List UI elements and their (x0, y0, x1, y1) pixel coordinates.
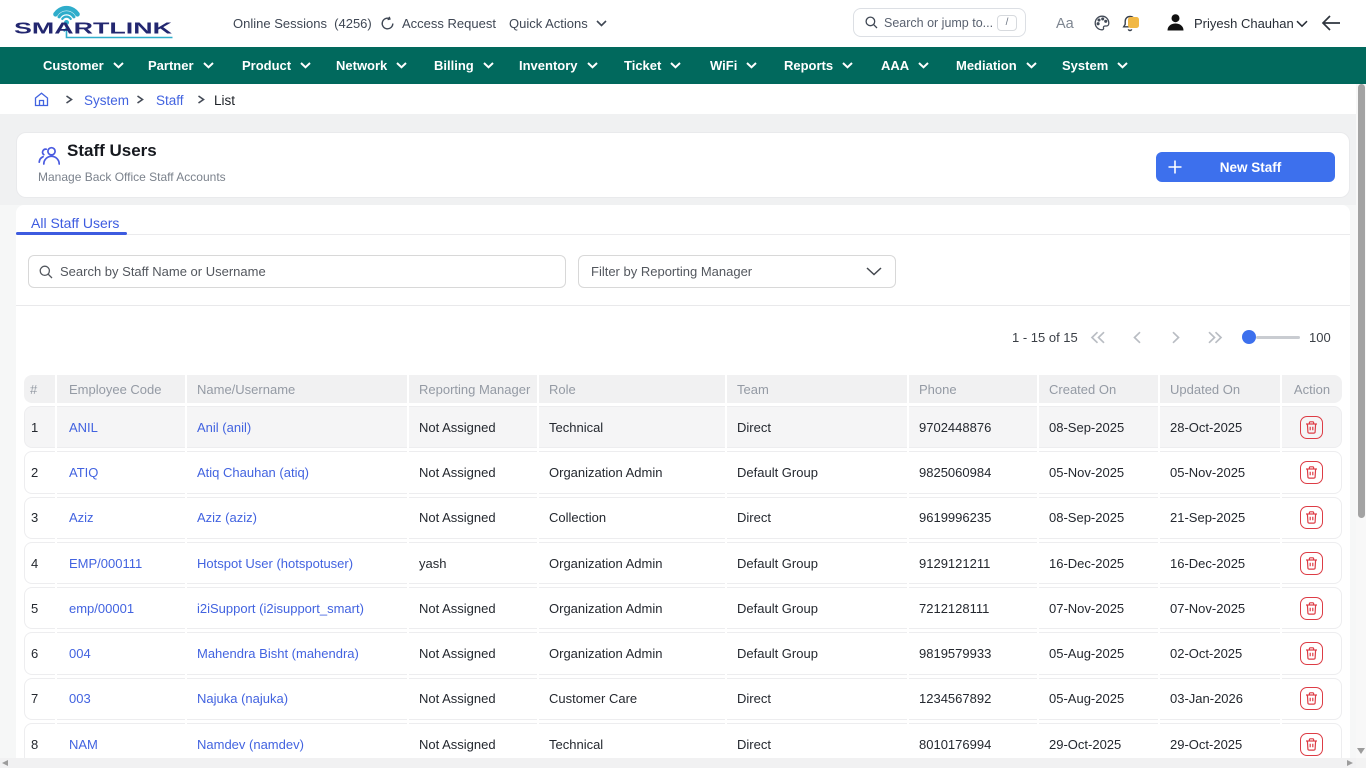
svg-text:SMARTLINK: SMARTLINK (14, 21, 173, 38)
